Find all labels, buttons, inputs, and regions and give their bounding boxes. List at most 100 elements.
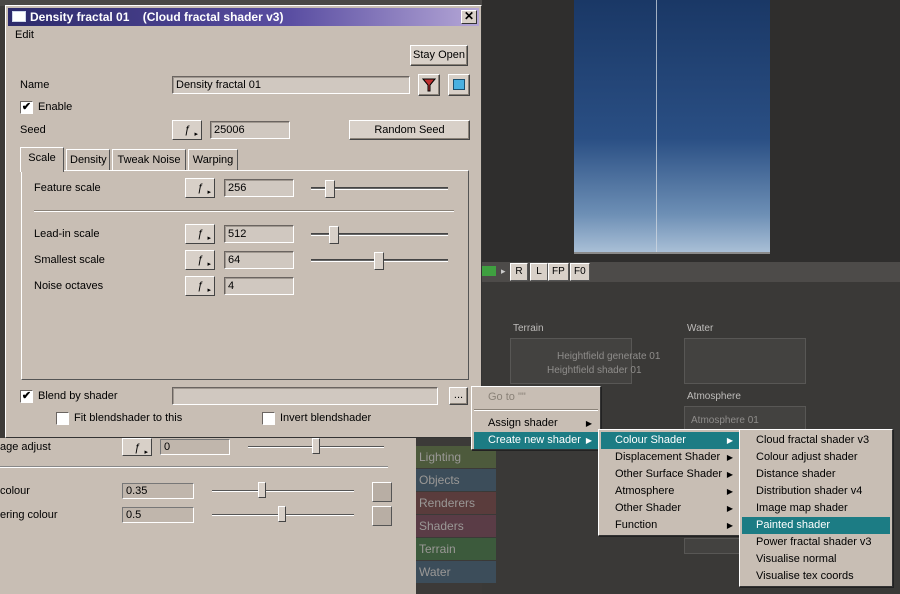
funnel-icon <box>421 78 437 92</box>
tering-colour-label: ering colour <box>0 509 58 521</box>
leadin-scale-field[interactable]: 512 <box>224 225 294 243</box>
image-adjust-slider-thumb[interactable] <box>312 438 320 454</box>
close-button[interactable]: ✕ <box>461 10 477 24</box>
blend-shader-field[interactable] <box>172 387 438 405</box>
menu-create-new-shader[interactable]: Create new shader ▶ <box>474 432 598 449</box>
category-terrain[interactable]: Terrain <box>416 538 496 560</box>
dialog-title: Density fractal 01 (Cloud fractal shader… <box>30 10 284 24</box>
menu-other-surface-shader[interactable]: Other Surface Shader ▶ <box>601 466 739 483</box>
feature-scale-function-button[interactable]: ƒ ▸ <box>185 178 215 198</box>
submenu-arrow-icon: ▶ <box>726 504 733 513</box>
leadin-scale-slider-thumb[interactable] <box>329 226 339 244</box>
submenu-arrow-icon: ▶ <box>726 453 733 462</box>
fit-blendshader-checkbox[interactable] <box>56 412 69 425</box>
image-adjust-function-button[interactable]: ƒ ▸ <box>122 438 152 456</box>
menu-visualise-normal[interactable]: Visualise normal <box>742 551 890 568</box>
seed-field[interactable]: 25006 <box>210 121 290 139</box>
menu-power-fractal-shader[interactable]: Power fractal shader v3 <box>742 534 890 551</box>
function-icon: ƒ <box>196 228 204 240</box>
tering-colour-field[interactable]: 0.5 <box>122 507 194 523</box>
dropdown-arrow-icon: ▸ <box>207 235 211 242</box>
colour-slider-thumb[interactable] <box>258 482 266 498</box>
category-water[interactable]: Water <box>416 561 496 583</box>
toolbar-f0-button[interactable]: F0 <box>570 263 590 281</box>
category-shaders[interactable]: Shaders <box>416 515 496 537</box>
noise-octaves-field[interactable]: 4 <box>224 277 294 295</box>
colour-field[interactable]: 0.35 <box>122 483 194 499</box>
colour-swatch[interactable] <box>372 482 392 502</box>
function-icon: ƒ <box>133 442 141 454</box>
menu-atmosphere[interactable]: Atmosphere ▶ <box>601 483 739 500</box>
menu-displacement-shader[interactable]: Displacement Shader ▶ <box>601 449 739 466</box>
menu-other-shader[interactable]: Other Shader ▶ <box>601 500 739 517</box>
function-icon: ƒ <box>196 254 204 266</box>
noise-octaves-function-button[interactable]: ƒ ▸ <box>185 276 215 296</box>
preview-toggle-button[interactable] <box>448 74 470 96</box>
water-group-label: Water <box>687 323 714 334</box>
menu-edit[interactable]: Edit <box>15 29 34 41</box>
blend-by-shader-checkbox[interactable]: ✔ <box>20 390 33 403</box>
toolbar-l-button[interactable]: L <box>530 263 548 281</box>
menu-function[interactable]: Function ▶ <box>601 517 739 534</box>
tab-scale[interactable]: Scale <box>20 147 64 172</box>
enable-checkbox[interactable]: ✔ <box>20 101 33 114</box>
menu-distribution-shader[interactable]: Distribution shader v4 <box>742 483 890 500</box>
enable-label: Enable <box>38 101 73 113</box>
preview-crosshair <box>656 0 657 252</box>
tab-tweak-noise[interactable]: Tweak Noise <box>112 149 186 171</box>
seed-function-button[interactable]: ƒ ▸ <box>172 120 202 140</box>
smallest-scale-function-button[interactable]: ƒ ▸ <box>185 250 215 270</box>
tab-density[interactable]: Density <box>66 149 110 171</box>
menu-assign-shader[interactable]: Assign shader ▶ <box>474 415 598 432</box>
invert-blendshader-label: Invert blendshader <box>280 412 372 424</box>
render-preview[interactable] <box>574 0 770 254</box>
name-label: Name <box>20 79 50 91</box>
noise-octaves-label: Noise octaves <box>34 280 104 292</box>
name-field[interactable]: Density fractal 01 <box>172 76 410 94</box>
node-category-list: Lighting Objects Renderers Shaders Terra… <box>416 446 496 584</box>
category-renderers[interactable]: Renderers <box>416 492 496 514</box>
submenu-arrow-icon: ▶ <box>726 470 733 479</box>
heightfield-shader-node[interactable]: Heightfield shader 01 <box>547 365 642 376</box>
panel-separator <box>0 466 388 468</box>
category-objects[interactable]: Objects <box>416 469 496 491</box>
terrain-group-label: Terrain <box>513 323 544 334</box>
menu-distance-shader[interactable]: Distance shader <box>742 466 890 483</box>
scale-separator <box>34 210 454 212</box>
menu-go-to[interactable]: Go to "" <box>474 389 598 406</box>
random-seed-button[interactable]: Random Seed <box>349 120 470 140</box>
menu-painted-shader[interactable]: Painted shader <box>742 517 890 534</box>
image-adjust-field[interactable]: 0 <box>160 439 230 455</box>
atmosphere-node[interactable]: Atmosphere 01 <box>691 415 759 426</box>
toolbar-fp-button[interactable]: FP <box>548 263 569 281</box>
blend-shader-browse-button[interactable]: ... <box>449 387 468 405</box>
terrain-group-node[interactable]: Terrain Heightfield generate 01 Heightfi… <box>510 323 660 384</box>
tering-colour-swatch[interactable] <box>372 506 392 526</box>
dialog-titlebar[interactable]: Density fractal 01 (Cloud fractal shader… <box>8 8 479 26</box>
invert-blendshader-checkbox[interactable] <box>262 412 275 425</box>
toolbar-arrow-icon[interactable]: ▸ <box>501 266 506 277</box>
smallest-scale-slider-thumb[interactable] <box>374 252 384 270</box>
menu-visualise-tex-coords[interactable]: Visualise tex coords <box>742 568 890 585</box>
menu-image-map-shader[interactable]: Image map shader <box>742 500 890 517</box>
tering-colour-slider-thumb[interactable] <box>278 506 286 522</box>
menu-colour-shader[interactable]: Colour Shader ▶ <box>601 432 739 449</box>
leadin-scale-function-button[interactable]: ƒ ▸ <box>185 224 215 244</box>
colour-slider[interactable] <box>212 490 354 492</box>
scale-tab-panel <box>21 170 469 380</box>
stay-open-button[interactable]: Stay Open <box>410 45 468 66</box>
smallest-scale-field[interactable]: 64 <box>224 251 294 269</box>
menu-cloud-fractal-shader[interactable]: Cloud fractal shader v3 <box>742 432 890 449</box>
atmosphere-group-label: Atmosphere <box>687 391 741 402</box>
dropdown-arrow-icon: ▸ <box>207 189 211 196</box>
toolbar-r-button[interactable]: R <box>510 263 528 281</box>
menu-colour-adjust-shader[interactable]: Colour adjust shader <box>742 449 890 466</box>
feature-scale-field[interactable]: 256 <box>224 179 294 197</box>
filter-button[interactable] <box>418 74 440 96</box>
heightfield-generate-node[interactable]: Heightfield generate 01 <box>557 351 660 362</box>
feature-scale-slider-thumb[interactable] <box>325 180 335 198</box>
shader-dialog: Density fractal 01 (Cloud fractal shader… <box>5 5 482 438</box>
tab-warping[interactable]: Warping <box>188 149 238 171</box>
submenu-arrow-icon: ▶ <box>726 521 733 530</box>
water-group-node[interactable]: Water <box>684 323 806 384</box>
